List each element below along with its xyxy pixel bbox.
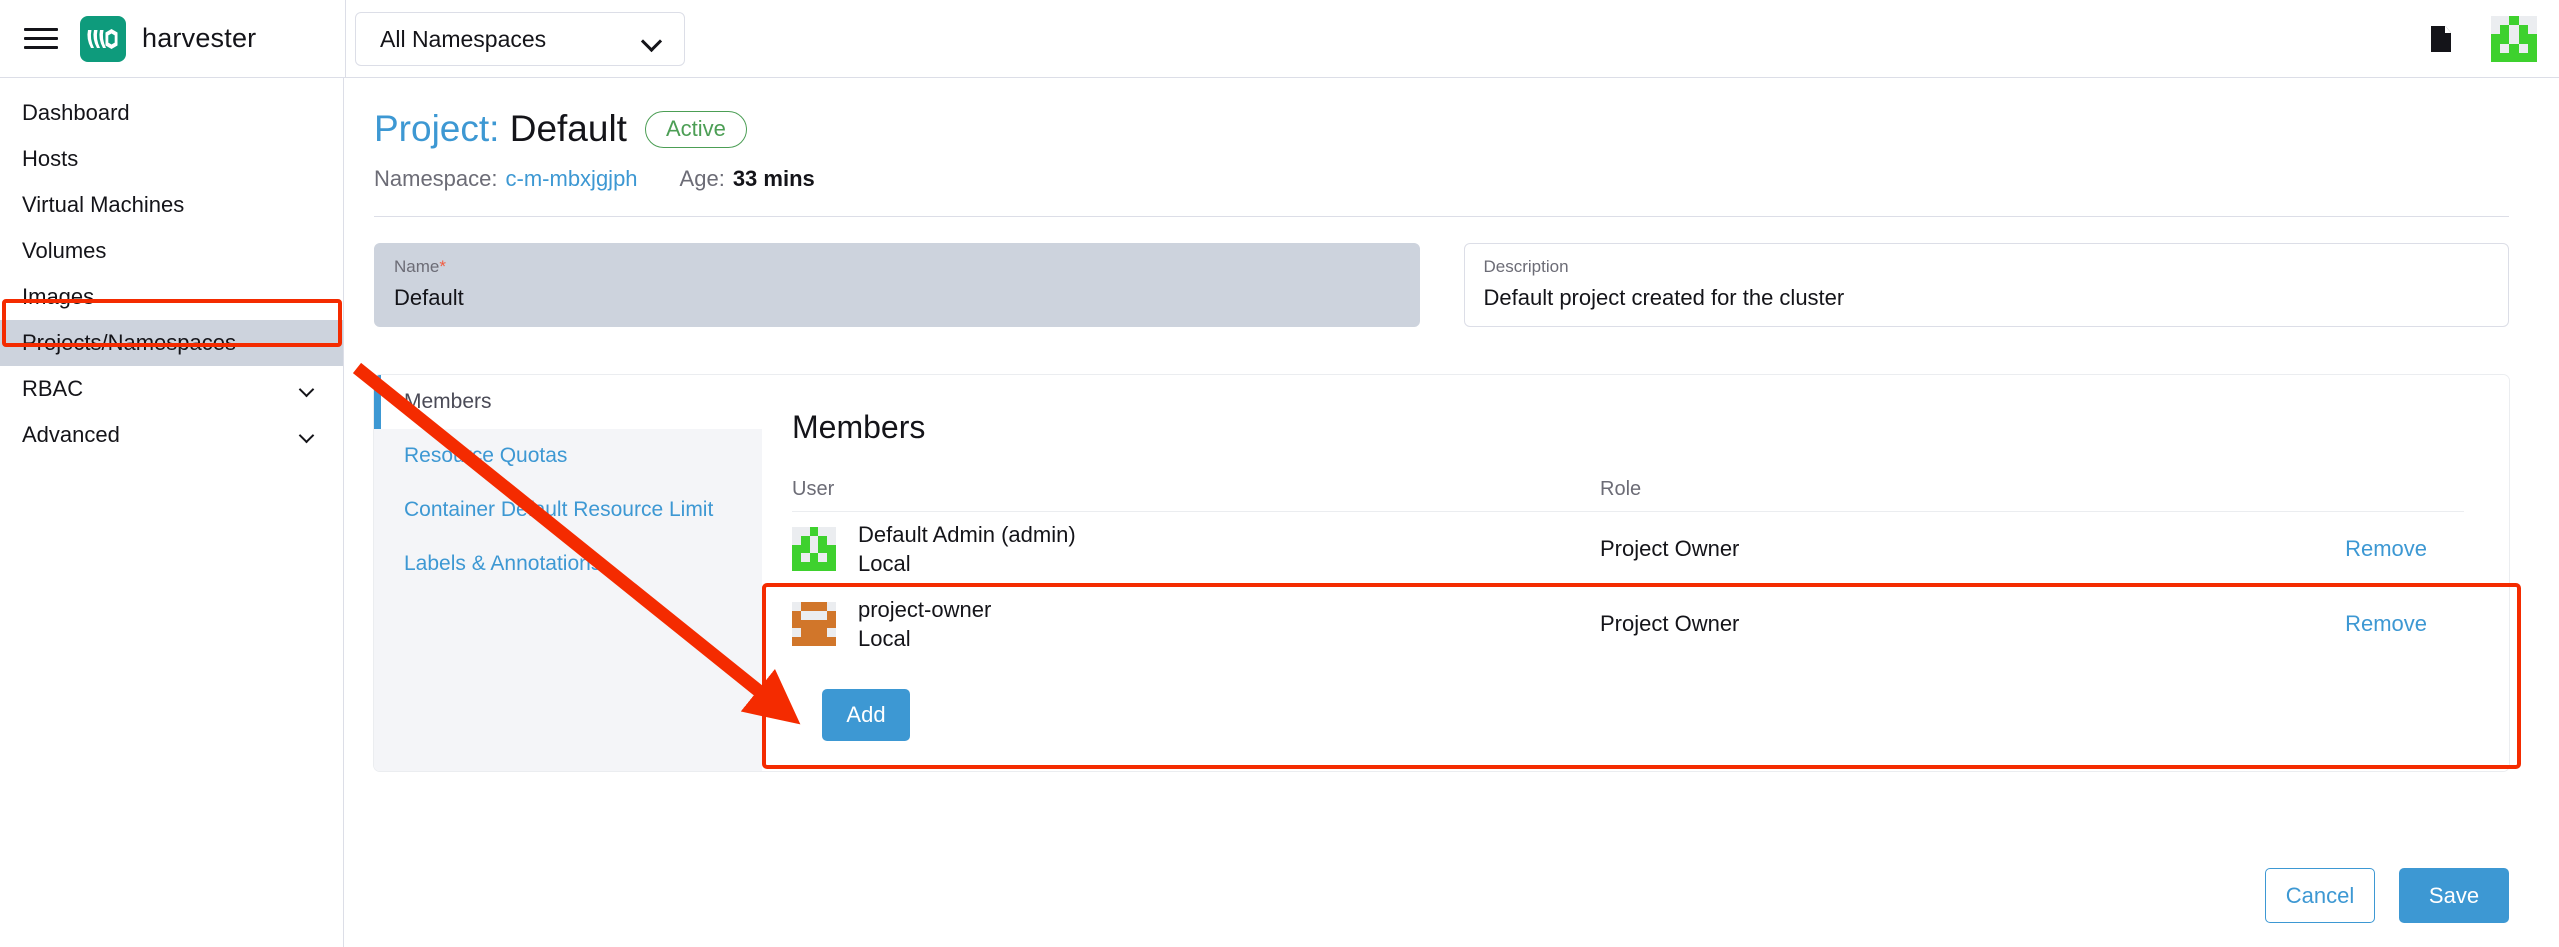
sidebar-item-label: Volumes	[22, 238, 106, 264]
green-pixel-avatar-icon	[792, 527, 836, 571]
hamburger-menu-icon[interactable]	[24, 26, 58, 52]
panel-heading: Members	[792, 409, 2509, 446]
main-content: Project: Default Active Namespace: c-m-m…	[345, 78, 2559, 947]
form-fields-row: Name* Default Description Default projec…	[374, 243, 2509, 327]
members-table: User Role	[792, 478, 2464, 661]
member-user-cell: project-owner Local	[792, 595, 1600, 653]
user-avatar-icon[interactable]	[2491, 16, 2537, 62]
brand[interactable]: harvester	[80, 16, 256, 62]
page-header: Project: Default Active	[374, 108, 2509, 150]
age-value: 33 mins	[733, 166, 815, 192]
sidebar-item-label: Projects/Namespaces	[22, 330, 236, 356]
namespace-selector-value: All Namespaces	[380, 26, 546, 53]
sidebar-item-label: Dashboard	[22, 100, 130, 126]
top-header-bar: harvester All Namespaces	[0, 0, 2559, 78]
description-field[interactable]: Description Default project created for …	[1464, 243, 2510, 327]
page-title-prefix: Project:	[374, 108, 499, 149]
member-provider: Local	[858, 624, 991, 653]
cancel-button[interactable]: Cancel	[2265, 868, 2375, 923]
member-name: Default Admin (admin)	[858, 520, 1076, 549]
chevron-down-icon	[301, 430, 315, 439]
tab-label: Resource Quotas	[404, 444, 567, 468]
sidebar-item-dashboard[interactable]: Dashboard	[0, 90, 343, 136]
sidebar-item-hosts[interactable]: Hosts	[0, 136, 343, 182]
status-badge: Active	[645, 111, 747, 148]
column-header-action	[2200, 478, 2464, 501]
member-identity: Default Admin (admin) Local	[858, 520, 1076, 578]
brand-name: harvester	[142, 23, 256, 54]
namespace-label: Namespace:	[374, 166, 498, 192]
tab-label: Labels & Annotations	[404, 552, 601, 576]
member-action-cell: Remove	[2200, 611, 2464, 637]
header-divider-line	[374, 216, 2509, 217]
table-row: Default Admin (admin) Local Project Owne…	[792, 511, 2464, 586]
harvester-app-window: harvester All Namespaces Dashboard Hosts	[0, 0, 2559, 947]
sidebar-item-virtual-machines[interactable]: Virtual Machines	[0, 182, 343, 228]
remove-member-link[interactable]: Remove	[2345, 611, 2427, 636]
sidebar-item-label: RBAC	[22, 376, 83, 402]
sidebar-item-projects-namespaces[interactable]: Projects/Namespaces	[0, 320, 343, 366]
column-header-user: User	[792, 478, 1600, 501]
members-tab-content: Members User Role	[762, 375, 2509, 771]
header-right-actions	[2431, 0, 2537, 78]
tab-label: Container Default Resource Limit	[404, 498, 713, 522]
remove-member-link[interactable]: Remove	[2345, 536, 2427, 561]
member-identity: project-owner Local	[858, 595, 991, 653]
column-header-role: Role	[1600, 478, 2200, 501]
chevron-down-icon	[643, 34, 662, 45]
tab-label: Members	[404, 390, 492, 414]
name-label-text: Name	[394, 257, 439, 276]
sidebar-item-label: Hosts	[22, 146, 78, 172]
left-sidebar-nav: Dashboard Hosts Virtual Machines Volumes…	[0, 78, 344, 947]
sidebar-item-label: Advanced	[22, 422, 120, 448]
member-role: Project Owner	[1600, 536, 2200, 562]
name-field-label: Name*	[394, 257, 1400, 277]
description-field-label: Description	[1484, 257, 2490, 277]
tab-resource-quotas[interactable]: Resource Quotas	[374, 429, 762, 483]
namespace-info: Namespace: c-m-mbxjgjph	[374, 166, 638, 192]
project-settings-panel: Members Resource Quotas Container Defaul…	[374, 375, 2509, 771]
tab-members[interactable]: Members	[374, 375, 762, 429]
save-button[interactable]: Save	[2399, 868, 2509, 923]
add-member-button[interactable]: Add	[822, 689, 910, 741]
tab-container-default-resource-limit[interactable]: Container Default Resource Limit	[374, 483, 762, 537]
sidebar-item-label: Virtual Machines	[22, 192, 184, 218]
member-provider: Local	[858, 549, 1076, 578]
sidebar-item-rbac[interactable]: RBAC	[0, 366, 343, 412]
form-actions: Cancel Save	[2265, 868, 2509, 923]
tab-labels-annotations[interactable]: Labels & Annotations	[374, 537, 762, 591]
table-row: project-owner Local Project Owner Remove	[792, 586, 2464, 661]
member-action-cell: Remove	[2200, 536, 2464, 562]
page-title: Project: Default	[374, 108, 627, 150]
member-user-cell: Default Admin (admin) Local	[792, 520, 1600, 578]
header-divider	[345, 0, 346, 78]
document-icon[interactable]	[2431, 26, 2451, 52]
namespace-link[interactable]: c-m-mbxjgjph	[506, 166, 638, 192]
members-table-header: User Role	[792, 478, 2464, 511]
age-info: Age: 33 mins	[680, 166, 815, 192]
panel-tab-list: Members Resource Quotas Container Defaul…	[374, 375, 762, 771]
sidebar-item-advanced[interactable]: Advanced	[0, 412, 343, 458]
page-subtitle: Namespace: c-m-mbxjgjph Age: 33 mins	[374, 166, 2509, 192]
sidebar-item-images[interactable]: Images	[0, 274, 343, 320]
member-name: project-owner	[858, 595, 991, 624]
page-title-name: Default	[510, 108, 627, 149]
name-field-value: Default	[394, 285, 1400, 311]
member-role: Project Owner	[1600, 611, 2200, 637]
chevron-down-icon	[301, 384, 315, 393]
orange-pixel-avatar-icon	[792, 602, 836, 646]
sidebar-item-label: Images	[22, 284, 94, 310]
name-field: Name* Default	[374, 243, 1420, 327]
namespace-selector[interactable]: All Namespaces	[355, 12, 685, 66]
description-field-value: Default project created for the cluster	[1484, 285, 2490, 311]
required-marker: *	[439, 257, 446, 276]
sidebar-item-volumes[interactable]: Volumes	[0, 228, 343, 274]
age-label: Age:	[680, 166, 725, 192]
harvester-logo-icon	[80, 16, 126, 62]
